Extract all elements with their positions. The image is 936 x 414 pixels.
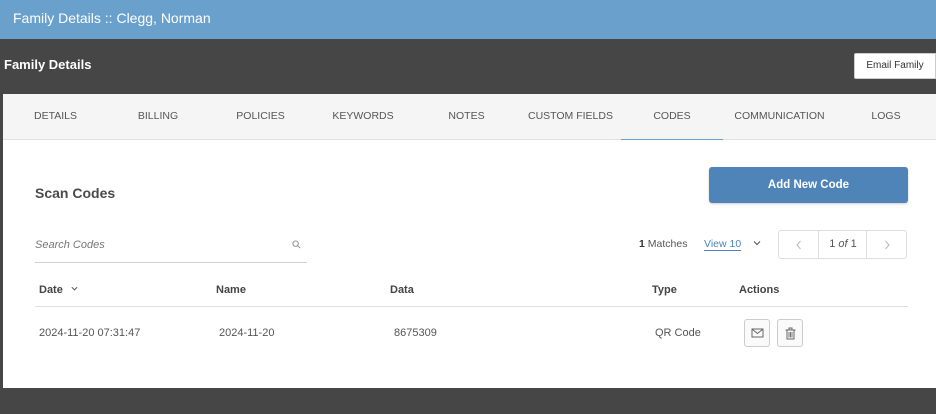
tab-codes[interactable]: CODES bbox=[621, 94, 723, 140]
delete-code-button[interactable] bbox=[777, 319, 803, 347]
column-header-name: Name bbox=[216, 284, 246, 296]
codes-panel: Scan Codes Add New Code 1 Matches View 1… bbox=[3, 140, 936, 388]
email-family-button[interactable]: Email Family bbox=[854, 53, 936, 79]
tab-policies[interactable]: POLICIES bbox=[208, 94, 313, 140]
sort-chevron-icon bbox=[71, 286, 78, 291]
previous-page-button[interactable] bbox=[779, 231, 819, 258]
window-title: Family Details :: Clegg, Norman bbox=[13, 10, 211, 26]
match-count-label: Matches bbox=[644, 238, 688, 250]
search-icon[interactable] bbox=[292, 240, 301, 249]
column-header-data: Data bbox=[390, 284, 414, 296]
tab-notes[interactable]: NOTES bbox=[413, 94, 520, 140]
search-input[interactable] bbox=[35, 233, 285, 257]
match-count: 1 Matches bbox=[639, 238, 687, 250]
chevron-right-icon bbox=[885, 240, 890, 250]
tab-communication[interactable]: COMMUNICATION bbox=[723, 94, 836, 140]
trash-icon bbox=[785, 327, 796, 340]
chevron-left-icon bbox=[796, 240, 801, 250]
view-per-page-link[interactable]: View 10 bbox=[704, 238, 742, 251]
pagination: 1 of 1 bbox=[778, 230, 907, 259]
column-header-date-label: Date bbox=[39, 284, 63, 296]
page-indicator: 1 of 1 bbox=[819, 231, 867, 258]
tab-bar: DETAILS BILLING POLICIES KEYWORDS NOTES … bbox=[3, 94, 936, 140]
next-page-button[interactable] bbox=[866, 231, 906, 258]
column-header-date[interactable]: Date bbox=[39, 284, 79, 296]
page-of-label: of bbox=[838, 238, 848, 250]
tab-logs[interactable]: LOGS bbox=[836, 94, 936, 140]
total-pages: 1 bbox=[850, 238, 857, 250]
cell-data: 8675309 bbox=[394, 327, 437, 339]
envelope-icon bbox=[751, 328, 764, 338]
column-header-type: Type bbox=[652, 284, 677, 296]
tab-keywords[interactable]: KEYWORDS bbox=[313, 94, 413, 140]
section-header: Family Details Email Family bbox=[0, 39, 936, 94]
section-title: Family Details bbox=[4, 57, 92, 72]
current-page: 1 bbox=[829, 238, 836, 250]
header-divider bbox=[35, 306, 908, 307]
email-code-button[interactable] bbox=[744, 319, 770, 347]
tab-details[interactable]: DETAILS bbox=[3, 94, 108, 140]
cell-type: QR Code bbox=[655, 327, 701, 339]
column-header-actions: Actions bbox=[739, 284, 780, 296]
tab-custom-fields[interactable]: CUSTOM FIELDS bbox=[520, 94, 621, 140]
add-new-code-button[interactable]: Add New Code bbox=[709, 167, 908, 203]
cell-date: 2024-11-20 07:31:47 bbox=[39, 327, 141, 339]
chevron-down-icon[interactable] bbox=[752, 238, 762, 248]
footer-bar bbox=[0, 388, 936, 414]
page-title: Scan Codes bbox=[35, 185, 116, 201]
tab-billing[interactable]: BILLING bbox=[108, 94, 208, 140]
cell-name: 2024-11-20 bbox=[219, 327, 275, 339]
window-titlebar: Family Details :: Clegg, Norman bbox=[0, 0, 936, 39]
search-box bbox=[35, 233, 307, 263]
